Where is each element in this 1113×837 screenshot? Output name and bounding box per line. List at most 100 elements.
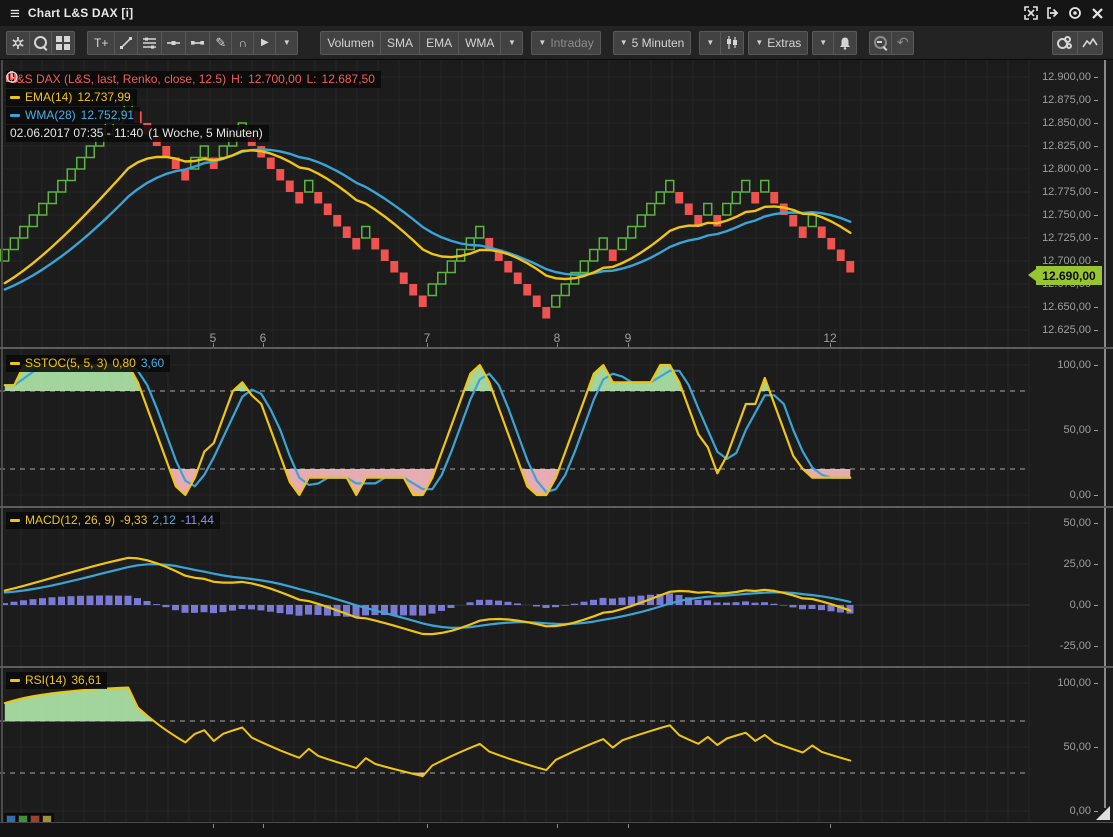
interval-dropdown[interactable]: ▼5 Minuten [613, 31, 692, 55]
macd-legend-row[interactable]: MACD(12, 26, 9) -9,33 2,12 -11,44 [6, 512, 220, 529]
macd-legend: MACD(12, 26, 9) -9,33 2,12 -11,44 [6, 512, 220, 529]
fibonacci-tool-button[interactable] [138, 31, 162, 55]
axis-tick-label: 12.900,00 [1028, 71, 1098, 83]
wma-legend-row[interactable]: WMA(28)12.752,91 [6, 107, 140, 124]
bottom-scrollbar[interactable] [0, 822, 1113, 837]
macd-name: MACD(12, 26, 9) [25, 513, 115, 527]
panel-separator[interactable] [0, 347, 1113, 349]
clock-icon [6, 71, 18, 83]
axis-tick-label: 0,00 [1028, 599, 1098, 611]
macd-line-icon [10, 519, 20, 522]
popout-button[interactable] [1045, 5, 1061, 21]
sstoc-legend-row[interactable]: SSTOC(5, 5, 3) 0,80 3,60 [6, 355, 170, 372]
segment-tool-button[interactable] [186, 31, 210, 55]
chart-type-more-button[interactable]: ▼ [699, 31, 721, 55]
axis-tick-label: 50,00 [1028, 741, 1098, 753]
axis-tick-label: 12.875,00 [1028, 94, 1098, 106]
intraday-dropdown[interactable]: ▼Intraday [531, 31, 600, 55]
settings-button[interactable] [6, 31, 30, 55]
axis-tick-label: 12.800,00 [1028, 163, 1098, 175]
rsi-legend: RSI(14) 36,61 [6, 672, 107, 689]
rsi-name: RSI(14) [25, 673, 66, 687]
wma-button[interactable]: WMA [459, 31, 501, 55]
record-button[interactable] [1067, 5, 1083, 21]
time-legend-row: 02.06.2017 07:35 - 11:40 (1 Woche, 5 Min… [6, 125, 269, 142]
maximize-button[interactable] [1023, 5, 1039, 21]
low-value: 12.687,50 [322, 72, 375, 86]
axis-tick-label: 100,00 [1028, 677, 1098, 689]
rsi-legend-row[interactable]: RSI(14) 36,61 [6, 672, 107, 689]
toolbar: T+ ✎ [0, 26, 1113, 60]
last-price-badge: 12.690,00 [1036, 266, 1102, 285]
line-chart-button[interactable] [1078, 31, 1103, 55]
sstoc-name: SSTOC(5, 5, 3) [25, 356, 107, 370]
trendline-icon [119, 36, 133, 50]
chart-area[interactable]: 12.900,0012.875,0012.850,0012.825,0012.8… [0, 60, 1113, 822]
horizontal-line-tool-button[interactable] [162, 31, 186, 55]
macd-hist-value: -11,44 [181, 513, 214, 527]
chart-window: ≡ Chart L&S DAX [i] [0, 0, 1113, 837]
axis-tick-label: 12.850,00 [1028, 117, 1098, 129]
panel-separator[interactable] [0, 506, 1113, 508]
alert-button[interactable] [834, 31, 857, 55]
sstoc-line-icon [10, 362, 20, 365]
text-tool-button[interactable]: T+ [87, 31, 115, 55]
scrollbar-tick [628, 824, 629, 828]
right-scroll-edge[interactable] [1104, 60, 1106, 808]
wma-name: WMA(28) [25, 108, 76, 122]
pencil-icon: ✎ [215, 35, 226, 51]
series-name: L&S DAX (L&S, last, Renko, close, 12.5) [10, 72, 226, 86]
sstoc-d-value: 3,60 [141, 356, 164, 370]
gear-icon [11, 36, 25, 50]
arc-tool-button[interactable]: ∩ [232, 31, 254, 55]
chevron-down-icon: ▼ [538, 38, 546, 47]
resize-handle[interactable] [1096, 806, 1110, 820]
bubbles-icon [1057, 36, 1073, 50]
menu-icon[interactable]: ≡ [10, 5, 20, 22]
chevron-down-icon: ▼ [706, 38, 714, 47]
ema-legend-row[interactable]: EMA(14)12.737,99 [6, 89, 137, 106]
rsi-value: 36,61 [71, 673, 101, 687]
tools-more-button[interactable]: ▼ [276, 31, 298, 55]
scrollbar-tick [213, 824, 214, 828]
axis-tick-label: 12.625,00 [1028, 324, 1098, 336]
volume-button[interactable]: Volumen [320, 31, 381, 55]
trendline-tool-button[interactable] [115, 31, 138, 55]
search-button[interactable] [30, 31, 52, 55]
sstoc-legend: SSTOC(5, 5, 3) 0,80 3,60 [6, 355, 170, 372]
sma-button[interactable]: SMA [381, 31, 420, 55]
undo-button[interactable]: ↶ [892, 31, 914, 55]
series-legend-row[interactable]: L&S DAX (L&S, last, Renko, close, 12.5) … [6, 71, 381, 88]
axis-tick-label: 0,00 [1028, 805, 1098, 817]
layout-button[interactable] [52, 31, 75, 55]
zoom-out-icon [874, 36, 887, 49]
ema-line-icon [10, 96, 20, 99]
zoom-out-button[interactable] [869, 31, 892, 55]
scrollbar-tick [427, 824, 428, 828]
chart-type-button[interactable] [721, 31, 744, 55]
axis-tick-label: -25,00 [1028, 640, 1098, 652]
alerts-more-button[interactable]: ▼ [812, 31, 834, 55]
main-legend: L&S DAX (L&S, last, Renko, close, 12.5) … [6, 71, 381, 142]
pointer-tool-button[interactable]: ▶ [254, 31, 276, 55]
ema-button[interactable]: EMA [420, 31, 459, 55]
chevron-down-icon: ▼ [755, 38, 763, 47]
axis-tick-label: 25,00 [1028, 558, 1098, 570]
segment-icon [190, 36, 205, 50]
undo-icon: ↶ [897, 34, 909, 51]
candlestick-icon [725, 35, 739, 50]
depth-button[interactable] [1052, 31, 1078, 55]
panel-separator[interactable] [0, 666, 1113, 668]
time-scope: (1 Woche, 5 Minuten) [148, 126, 263, 140]
window-title: Chart L&S DAX [i] [28, 6, 133, 20]
close-button[interactable] [1089, 5, 1105, 21]
chevron-down-icon: ▼ [819, 38, 827, 47]
low-label: L: [307, 72, 317, 86]
axis-tick-label: 100,00 [1028, 359, 1098, 371]
draw-tool-button[interactable]: ✎ [210, 31, 232, 55]
indicators-more-button[interactable]: ▼ [501, 31, 523, 55]
chart-canvas[interactable] [0, 60, 1030, 822]
title-bar: ≡ Chart L&S DAX [i] [0, 0, 1113, 27]
close-icon [1091, 7, 1104, 20]
extras-dropdown[interactable]: ▼Extras [748, 31, 808, 55]
